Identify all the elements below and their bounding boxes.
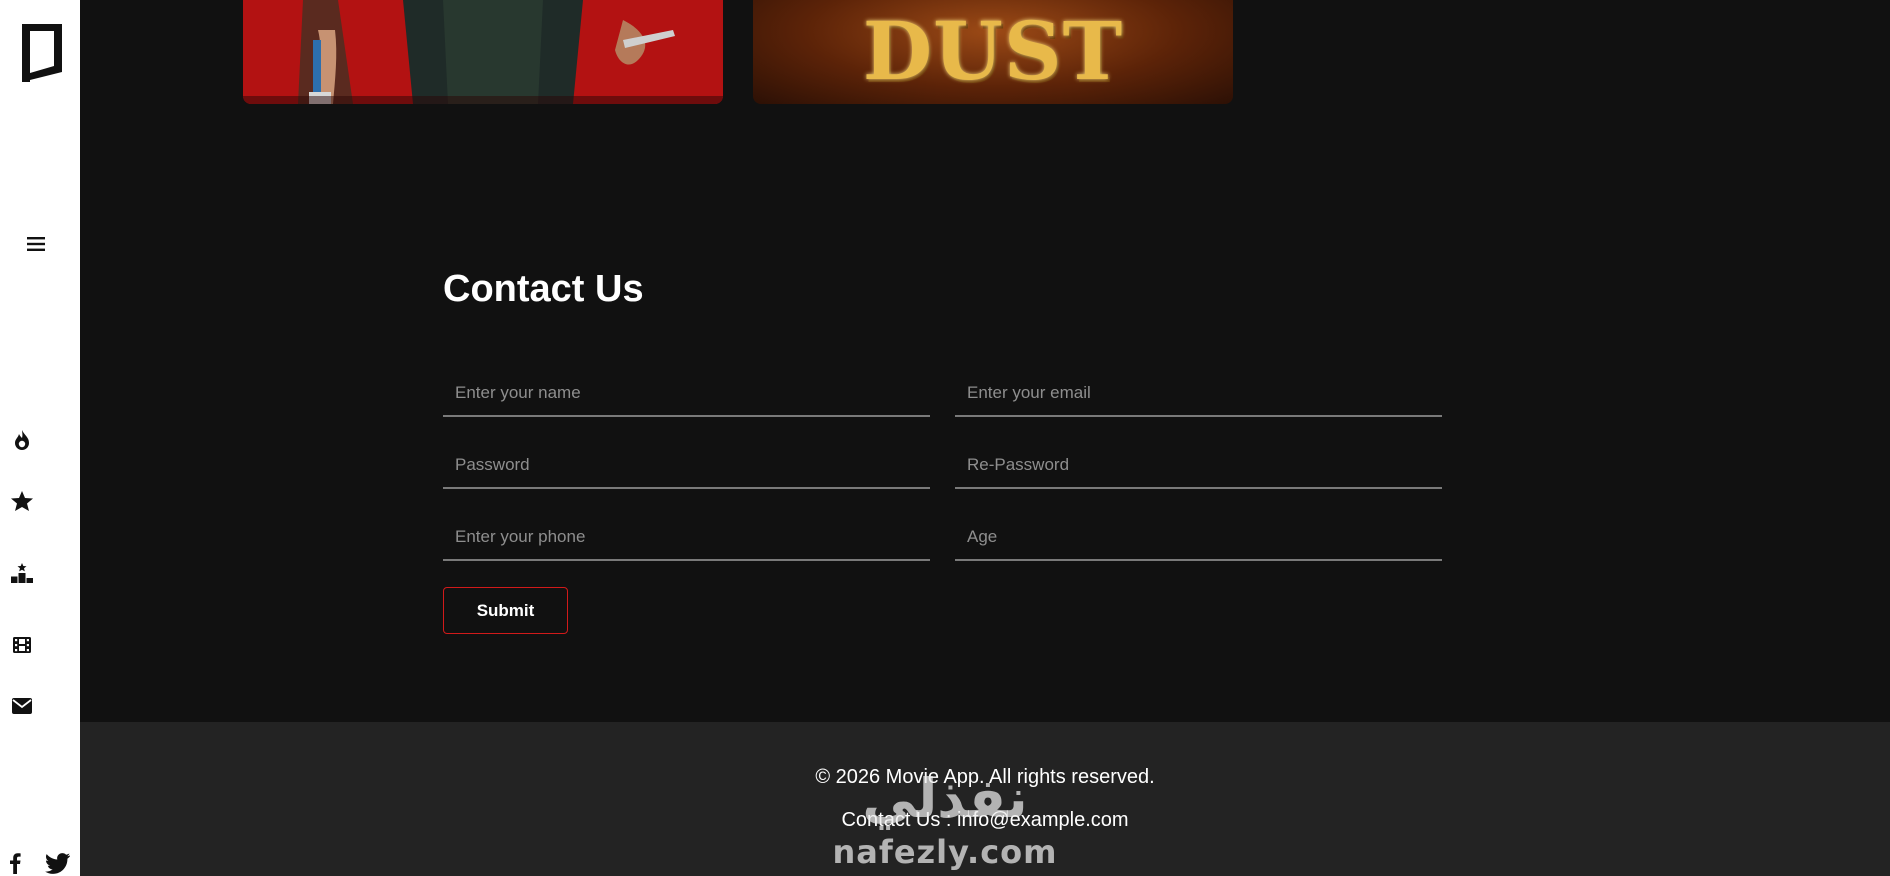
name-input[interactable] xyxy=(443,371,930,417)
movie-poster-1[interactable] xyxy=(243,0,723,104)
repassword-input[interactable] xyxy=(955,443,1442,489)
poster-title: DUST BUNNY xyxy=(820,4,1165,104)
star-icon[interactable] xyxy=(9,488,35,514)
logo-icon[interactable] xyxy=(22,24,62,82)
fire-icon[interactable] xyxy=(9,427,35,453)
sidebar xyxy=(0,0,80,876)
film-icon[interactable] xyxy=(9,632,35,658)
hamburger-icon[interactable] xyxy=(24,232,48,256)
facebook-icon[interactable] xyxy=(8,852,22,874)
contact-title: Contact Us xyxy=(443,268,644,310)
envelope-icon[interactable] xyxy=(9,693,35,719)
ranking-icon[interactable] xyxy=(9,560,35,586)
copyright-text: © 2026 Movie App. All rights reserved. xyxy=(815,766,1155,788)
password-input[interactable] xyxy=(443,443,930,489)
footer-contact-text: Contact Us : info@example.com xyxy=(841,809,1129,831)
submit-button[interactable]: Submit xyxy=(443,587,568,634)
poster-artwork xyxy=(243,0,723,104)
phone-input[interactable] xyxy=(443,515,930,561)
footer: © 2026 Movie App. All rights reserved. C… xyxy=(80,722,1890,876)
email-input[interactable] xyxy=(955,371,1442,417)
twitter-icon[interactable] xyxy=(45,852,71,874)
age-input[interactable] xyxy=(955,515,1442,561)
movie-poster-2[interactable]: DUST BUNNY xyxy=(753,0,1233,104)
